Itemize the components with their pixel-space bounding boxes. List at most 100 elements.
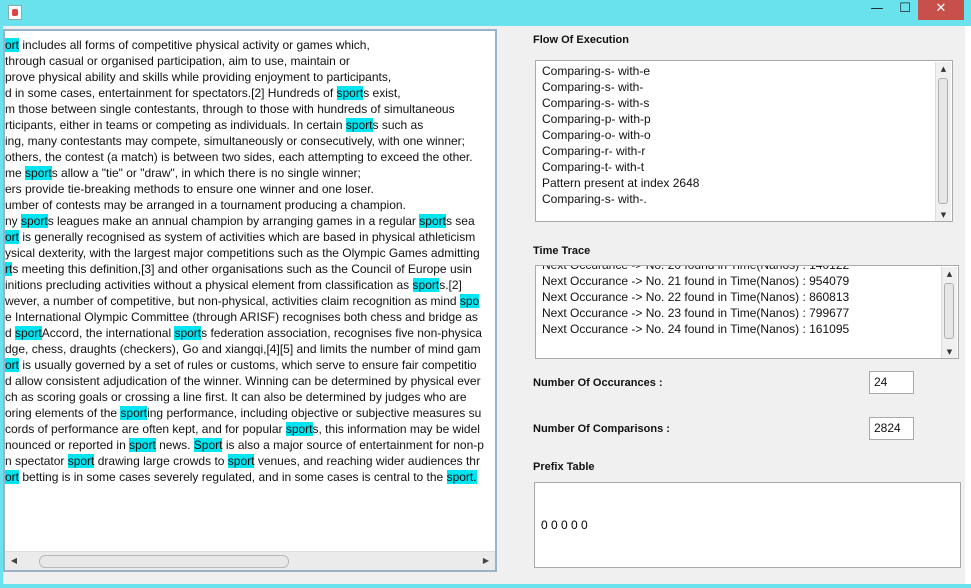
text-line: ort is usually governed by a set of rule… [5,357,477,373]
flow-list-item: Comparing-o- with-o [542,128,651,142]
flow-list-item: Comparing-t- with-t [542,160,645,174]
text-segment: venues, and reaching wider audiences thr [254,454,480,468]
text-line: ort is generally recognised as system of… [5,229,475,245]
flow-list-item: Comparing-s- with-e [542,64,651,78]
text-segment: oring elements of the [5,406,121,420]
comparisons-label: Number Of Comparisons : [533,423,670,435]
flow-list-item: Comparing-r- with-r [542,144,646,158]
text-segment: d in some cases, entertainment for spect… [5,86,337,100]
text-segment: ch as scoring goals or crossing a line f… [5,390,467,404]
flow-list-item: Comparing-p- with-p [542,112,651,126]
match-highlight: spo [459,294,480,308]
flow-list-item: Comparing-s- with-. [542,192,647,206]
match-highlight: sport [336,86,364,100]
window-edge [965,26,971,584]
match-highlight: sport [412,278,440,292]
text-segment: m those between single contestants, thro… [5,102,455,116]
text-segment: ers provide tie-breaking methods to ensu… [5,182,374,196]
text-line: ysical dexterity, with the largest major… [5,245,480,261]
scroll-left-arrow-icon[interactable]: ◀ [7,554,21,568]
text-segment: prove physical ability and skills while … [5,70,392,84]
minimize-button[interactable]: — [862,0,892,20]
match-highlight: sport [227,454,255,468]
text-line: wever, a number of competitive, but non-… [5,293,480,309]
match-highlight: ort [5,470,20,484]
text-line: ers provide tie-breaking methods to ensu… [5,181,374,197]
client-area: ort includes all forms of competitive ph… [3,26,965,584]
title-bar[interactable]: — ☐ ✕ [0,0,971,26]
horizontal-scroll-thumb[interactable] [39,555,289,568]
close-button[interactable]: ✕ [918,0,964,20]
text-scroll-pane[interactable]: ort includes all forms of competitive ph… [3,29,497,572]
prefix-table-label: Prefix Table [533,461,595,473]
text-segment: dge, chess, draughts (checkers), Go and … [5,342,481,356]
text-line: rts meeting this definition,[3] and othe… [5,261,472,277]
text-segment: ny [5,214,22,228]
text-line: d in some cases, entertainment for spect… [5,85,401,101]
match-highlight: sport. [446,470,477,484]
java-app-icon [8,5,22,20]
match-highlight: sport [285,422,313,436]
text-segment: is also a major source of entertainment … [222,438,484,452]
occurances-label: Number Of Occurances : [533,377,663,389]
flow-vertical-scrollbar[interactable]: ▲ ▼ [935,62,951,221]
text-segment: nounced or reported in [5,438,130,452]
text-line: d sportAccord, the international sports … [5,325,482,341]
scroll-right-arrow-icon[interactable]: ▶ [479,554,493,568]
text-line: me sports allow a "tie" or "draw", in wh… [5,165,361,181]
time-scroll-thumb[interactable] [944,283,954,339]
scroll-up-arrow-icon[interactable]: ▲ [936,62,951,76]
text-segment: e International Olympic Committee (throu… [5,310,478,324]
text-line: oring elements of the sporting performan… [5,405,481,421]
match-highlight: Sport [193,438,223,452]
text-line: ing, many contestants may compete, simul… [5,133,465,149]
time-trace-label: Time Trace [533,245,591,257]
text-line: through casual or organised participatio… [5,53,350,69]
comparisons-field[interactable]: 2824 [869,417,914,440]
flow-list[interactable]: Comparing-s- with-e Comparing-s- with- Com… [535,60,953,222]
match-highlight: ort [5,358,20,372]
match-highlight: sport [419,214,446,228]
text-segment: umber of contests may be arranged in a t… [5,198,406,212]
time-vertical-scrollbar[interactable]: ▲ ▼ [941,267,957,358]
horizontal-scrollbar[interactable]: ◀ ▶ [5,551,495,570]
text-segment: d allow consistent adjudication of the w… [5,374,481,388]
text-segment: n spectator [5,454,68,468]
text-segment: includes all forms of competitive physic… [19,38,370,52]
time-trace-item: Next Occurance -> No. 23 found in Time(N… [542,306,850,320]
text-segment: s sea [445,214,475,228]
flow-list-item: Pattern present at index 2648 [542,176,700,190]
match-highlight: sport [21,214,48,228]
occurances-field[interactable]: 24 [869,371,914,394]
match-highlight: sport [67,454,95,468]
prefix-table-area[interactable]: 0 0 0 0 0 [534,482,961,568]
maximize-button[interactable]: ☐ [892,0,918,20]
source-text-area[interactable]: ort includes all forms of competitive ph… [5,37,495,553]
text-segment: ysical dexterity, with the largest major… [5,246,480,260]
flow-label: Flow Of Execution [533,34,629,46]
text-line: nounced or reported in sport news. Sport… [5,437,484,453]
scroll-down-arrow-icon[interactable]: ▼ [942,345,957,358]
text-segment: through casual or organised participatio… [5,54,350,68]
scroll-down-arrow-icon[interactable]: ▼ [936,208,951,221]
text-segment: wever, a number of competitive, but non-… [5,294,460,308]
text-line: e International Olympic Committee (throu… [5,309,478,325]
match-highlight: sport [25,166,52,180]
match-highlight: sport [120,406,148,420]
text-segment: is generally recognised as system of act… [19,230,476,244]
time-trace-list[interactable]: Next Occurance -> No. 20 found in Time(N… [535,265,959,359]
time-trace-item: Next Occurance -> No. 20 found in Time(N… [542,265,850,272]
text-segment: s such as [372,118,424,132]
time-trace-item: Next Occurance -> No. 22 found in Time(N… [542,290,850,304]
flow-scroll-thumb[interactable] [938,78,948,204]
scroll-up-arrow-icon[interactable]: ▲ [942,267,957,281]
text-line: umber of contests may be arranged in a t… [5,197,406,213]
text-line: dge, chess, draughts (checkers), Go and … [5,341,481,357]
text-segment: s leagues make an annual champion by arr… [47,214,420,228]
time-trace-item: Next Occurance -> No. 24 found in Time(N… [542,322,850,336]
match-highlight: sport [15,326,42,340]
text-segment: rticipants, either in teams or competing… [5,118,346,132]
text-segment: s meeting this definition,[3] and other … [12,262,472,276]
text-line: prove physical ability and skills while … [5,69,391,85]
text-segment: others, the contest (a match) is between… [5,150,473,164]
